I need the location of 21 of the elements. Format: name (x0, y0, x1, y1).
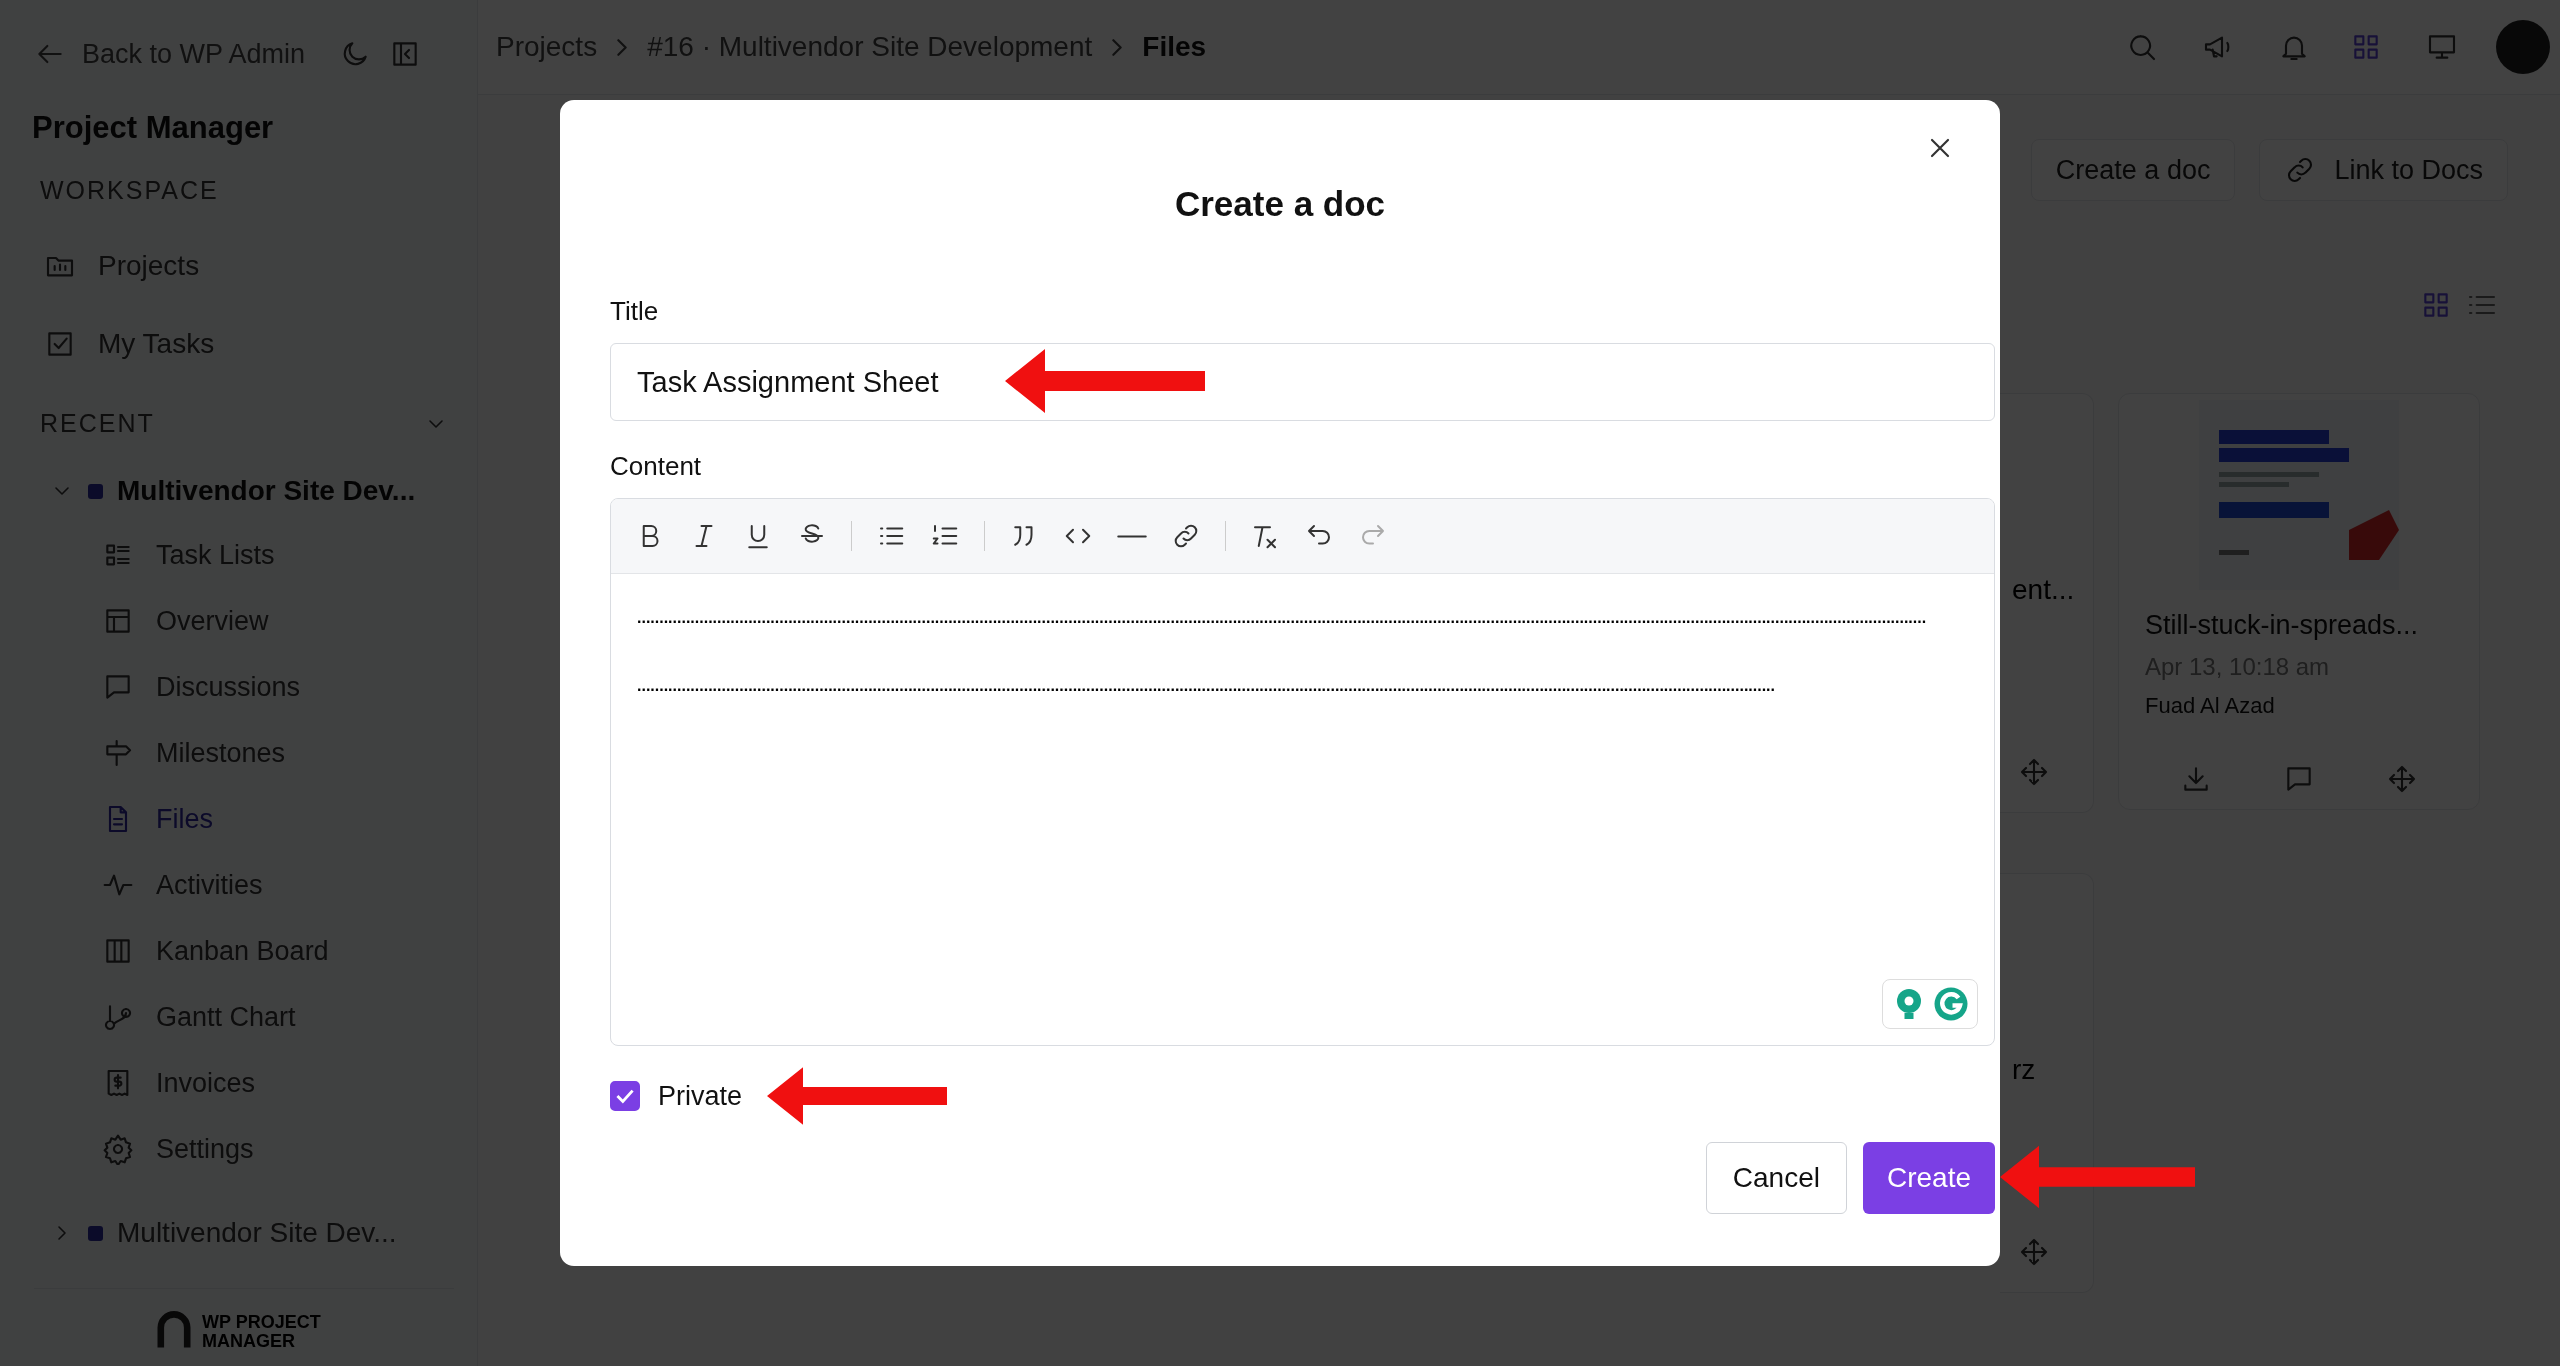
dialog-title: Create a doc (1173, 184, 1387, 224)
grammar-assistant-badge[interactable] (1882, 979, 1978, 1029)
field-label: Title (610, 296, 660, 327)
file-title: rz (2012, 1054, 2036, 1086)
rule-icon (1117, 534, 1147, 538)
logo: WP PROJECT MANAGER (34, 1288, 454, 1355)
field-label: Content (610, 451, 703, 482)
g-logo-icon (1933, 986, 1969, 1022)
project-item[interactable]: Multivendor Site Dev... (34, 460, 477, 522)
cancel-button[interactable]: Cancel (1705, 1142, 1847, 1214)
title-input[interactable]: Task Assignment Sheet (610, 343, 1995, 421)
checkbox[interactable] (610, 1081, 640, 1111)
create-button[interactable]: Create (1862, 1142, 1995, 1214)
breadcrumb-link[interactable]: Files (1142, 31, 1207, 63)
app-title: Project Manager (32, 110, 275, 146)
file-title: Still-stuck-in-spreads... (2145, 610, 2420, 641)
content-line: .................................................................................................................................................................................................................................................................................................. (637, 608, 1928, 628)
content-line: ................................................................................................................................................................................................................................................................ (637, 676, 1776, 696)
private-checkbox[interactable]: Private (610, 1080, 743, 1112)
file-title: ent... (2012, 574, 2075, 606)
file-author: Fuad Al Azad (2145, 693, 2276, 719)
